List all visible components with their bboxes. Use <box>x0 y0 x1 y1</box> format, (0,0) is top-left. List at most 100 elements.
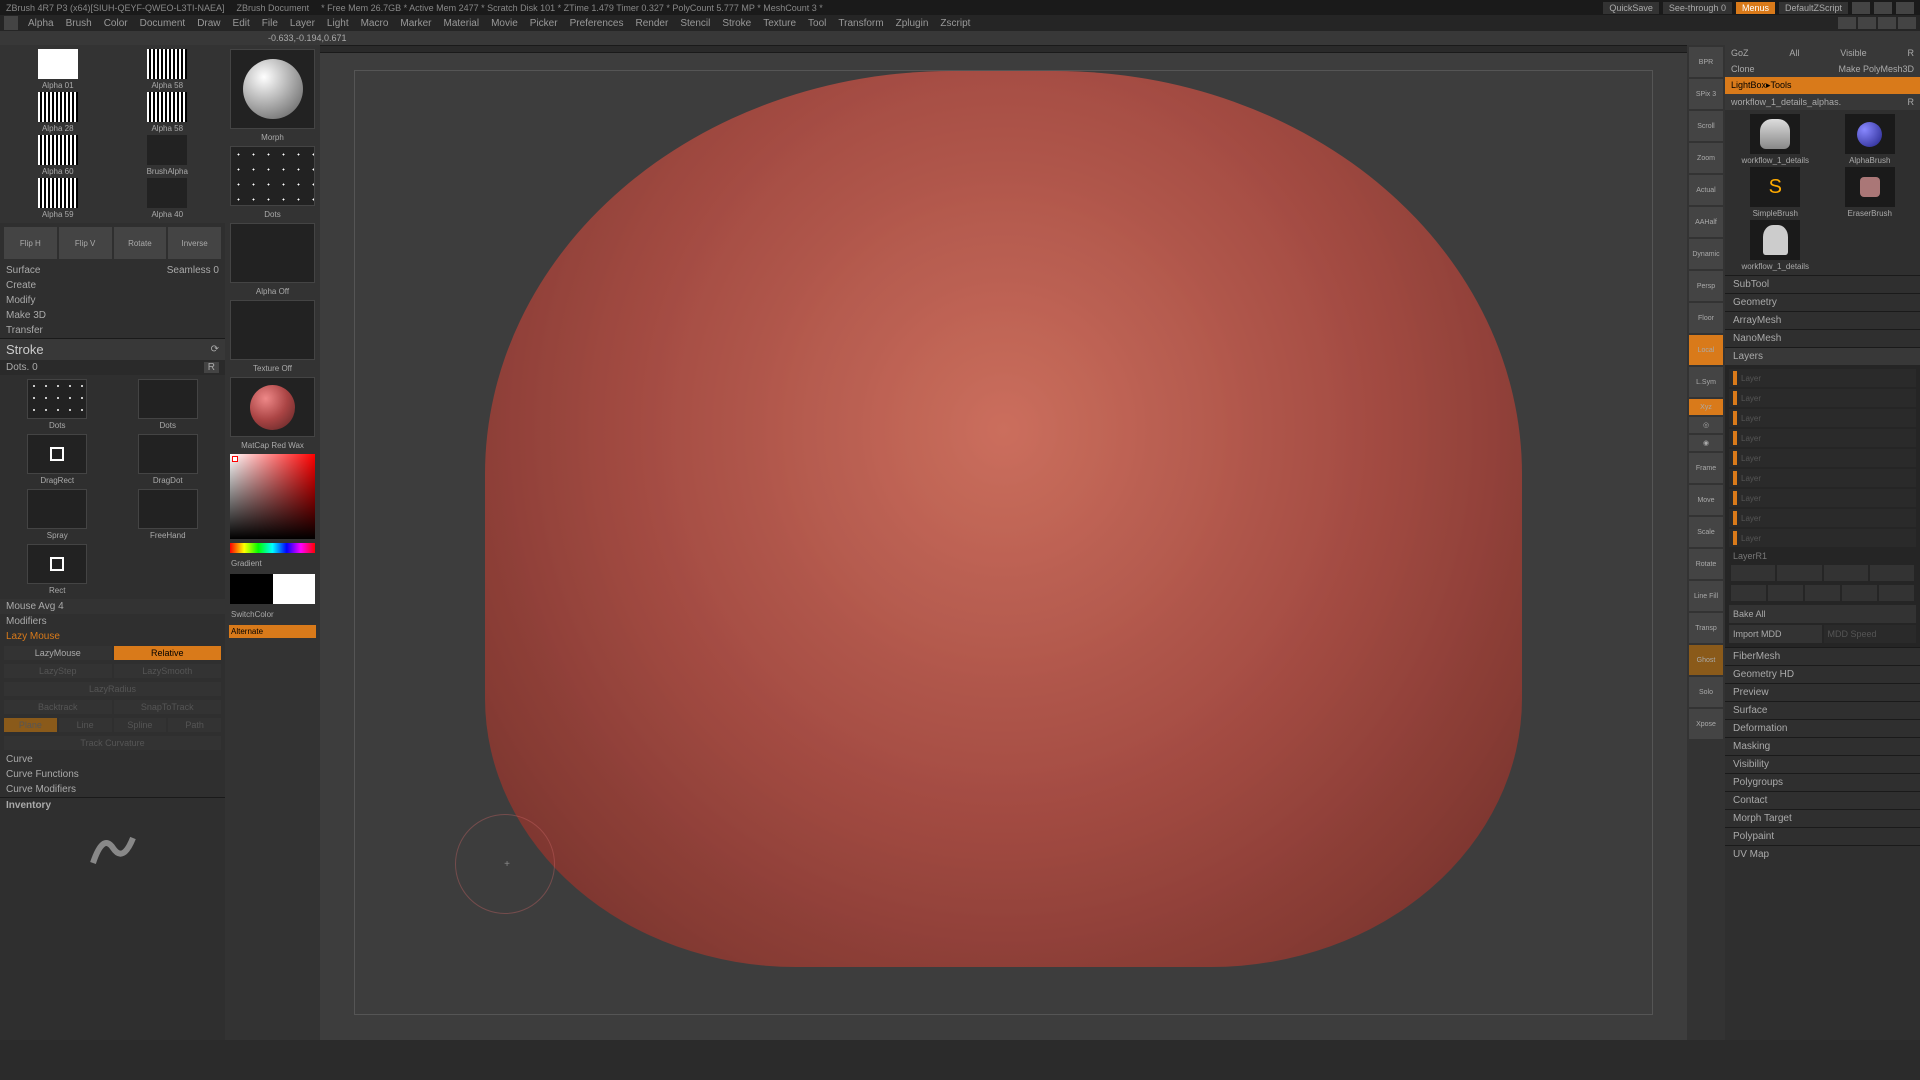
tool-item[interactable]: AlphaBrush <box>1824 114 1917 165</box>
menu-document[interactable]: Document <box>134 18 192 29</box>
window-max[interactable] <box>1874 2 1892 14</box>
menu-movie[interactable]: Movie <box>485 18 524 29</box>
inverse-btn[interactable]: Inverse <box>168 227 221 259</box>
menu-material[interactable]: Material <box>438 18 486 29</box>
menu-zscript[interactable]: Zscript <box>934 18 976 29</box>
menu-macro[interactable]: Macro <box>355 18 395 29</box>
layer-row[interactable]: Layer <box>1729 509 1916 527</box>
menu-texture[interactable]: Texture <box>757 18 802 29</box>
color-swatches[interactable] <box>230 574 315 604</box>
stroke-dots2[interactable]: Dots <box>115 379 222 430</box>
masking-section[interactable]: Masking <box>1725 737 1920 755</box>
layer-act-3[interactable] <box>1805 585 1840 601</box>
xpose-btn[interactable]: Xpose <box>1689 709 1723 739</box>
stroke-dragdot[interactable]: DragDot <box>115 434 222 485</box>
menu-stroke[interactable]: Stroke <box>716 18 757 29</box>
seamless-slider[interactable]: Seamless 0 <box>167 265 219 276</box>
move-view-btn[interactable]: Move <box>1689 485 1723 515</box>
tool-item[interactable]: EraserBrush <box>1824 167 1917 218</box>
layer-act-2[interactable] <box>1768 585 1803 601</box>
menu-tool[interactable]: Tool <box>802 18 832 29</box>
layer-down-btn[interactable] <box>1870 565 1914 581</box>
lightbox-tools[interactable]: LightBox▸Tools <box>1731 80 1792 91</box>
lazysmooth-slider[interactable]: LazySmooth <box>114 664 222 678</box>
track-curvature[interactable]: Track Curvature <box>4 736 221 750</box>
arraymesh-section[interactable]: ArrayMesh <box>1725 311 1920 329</box>
stroke-freehand[interactable]: FreeHand <box>115 489 222 540</box>
alpha-item[interactable]: Alpha 40 <box>114 178 222 219</box>
menu-preferences[interactable]: Preferences <box>564 18 630 29</box>
create-item[interactable]: Create <box>0 278 225 293</box>
layer-row[interactable]: Layer <box>1729 529 1916 547</box>
flip-v-btn[interactable]: Flip V <box>59 227 112 259</box>
quicksave-btn[interactable]: QuickSave <box>1603 2 1659 14</box>
layer-act-4[interactable] <box>1842 585 1877 601</box>
bake-all-btn[interactable]: Bake All <box>1729 605 1916 623</box>
goz-r-btn[interactable]: R <box>1907 48 1914 58</box>
menus-btn[interactable]: Menus <box>1736 2 1775 14</box>
menu-light[interactable]: Light <box>321 18 355 29</box>
transp-btn[interactable]: Transp <box>1689 613 1723 643</box>
defaultscript[interactable]: DefaultZScript <box>1779 2 1848 14</box>
clone-btn[interactable]: Clone <box>1731 64 1755 74</box>
gradient-label[interactable]: Gradient <box>229 557 316 570</box>
layer-new-btn[interactable] <box>1731 565 1775 581</box>
ghost-btn[interactable]: Ghost <box>1689 645 1723 675</box>
contact-section[interactable]: Contact <box>1725 791 1920 809</box>
make-polymesh-btn[interactable]: Make PolyMesh3D <box>1838 64 1914 74</box>
secondary-color[interactable] <box>273 574 316 604</box>
flip-h-btn[interactable]: Flip H <box>4 227 57 259</box>
sculpt-mesh[interactable] <box>485 71 1522 967</box>
tool-r-btn[interactable]: R <box>1908 97 1915 107</box>
viewport[interactable]: + <box>320 45 1687 1040</box>
texture-swatch[interactable] <box>230 300 315 360</box>
aahalf-btn[interactable]: AAHalf <box>1689 207 1723 237</box>
dynamic-view-btn[interactable]: Dynamic <box>1689 239 1723 269</box>
layers-section[interactable]: Layers <box>1725 347 1920 365</box>
layer-row[interactable]: Layer <box>1729 409 1916 427</box>
alpha-item[interactable]: Alpha 28 <box>4 92 112 133</box>
home-icon[interactable] <box>4 16 18 30</box>
menu-alpha[interactable]: Alpha <box>22 18 60 29</box>
fibermesh-section[interactable]: FiberMesh <box>1725 647 1920 665</box>
subtool-section[interactable]: SubTool <box>1725 275 1920 293</box>
inventory-section[interactable]: Inventory <box>0 798 225 813</box>
menu-brush[interactable]: Brush <box>60 18 98 29</box>
mdd-speed[interactable]: MDD Speed <box>1824 625 1917 643</box>
alpha-item[interactable]: Alpha 58 <box>114 92 222 133</box>
menu-stencil[interactable]: Stencil <box>674 18 716 29</box>
polypaint-section[interactable]: Polypaint <box>1725 827 1920 845</box>
goz-visible-btn[interactable]: Visible <box>1840 48 1866 58</box>
preview-section[interactable]: Preview <box>1725 683 1920 701</box>
stroke-dragrect[interactable]: DragRect <box>4 434 111 485</box>
menu-transform[interactable]: Transform <box>832 18 889 29</box>
tool-item[interactable]: workflow_1_details <box>1729 220 1822 271</box>
panel-btn-1[interactable] <box>1838 17 1856 29</box>
stroke-header[interactable]: Stroke ⟳ <box>0 339 225 360</box>
panel-btn-3[interactable] <box>1878 17 1896 29</box>
menu-marker[interactable]: Marker <box>394 18 437 29</box>
deformation-section[interactable]: Deformation <box>1725 719 1920 737</box>
scroll-btn[interactable]: Scroll <box>1689 111 1723 141</box>
scale-view-btn[interactable]: Scale <box>1689 517 1723 547</box>
spix-btn[interactable]: SPix 3 <box>1689 79 1723 109</box>
goz-btn[interactable]: GoZ <box>1731 48 1749 58</box>
layer-row[interactable]: Layer <box>1729 489 1916 507</box>
alpha-item[interactable]: BrushAlpha <box>114 135 222 176</box>
relative-btn[interactable]: Relative <box>114 646 222 660</box>
rotate-alpha-btn[interactable]: Rotate <box>114 227 167 259</box>
menu-layer[interactable]: Layer <box>284 18 321 29</box>
lazyradius-slider[interactable]: LazyRadius <box>4 682 221 696</box>
zoom-btn[interactable]: Zoom <box>1689 143 1723 173</box>
surface-section[interactable]: Surface <box>1725 701 1920 719</box>
solo-btn[interactable]: Solo <box>1689 677 1723 707</box>
make3d-item[interactable]: Make 3D <box>0 308 225 323</box>
mouse-avg-slider[interactable]: Mouse Avg 4 <box>0 599 225 614</box>
menu-zplugin[interactable]: Zplugin <box>890 18 935 29</box>
window-min[interactable] <box>1852 2 1870 14</box>
stroke-spray[interactable]: Spray <box>4 489 111 540</box>
layer-row[interactable]: Layer <box>1729 429 1916 447</box>
lazymouse-btn[interactable]: LazyMouse <box>4 646 112 660</box>
layer-act-1[interactable] <box>1731 585 1766 601</box>
window-close[interactable] <box>1896 2 1914 14</box>
